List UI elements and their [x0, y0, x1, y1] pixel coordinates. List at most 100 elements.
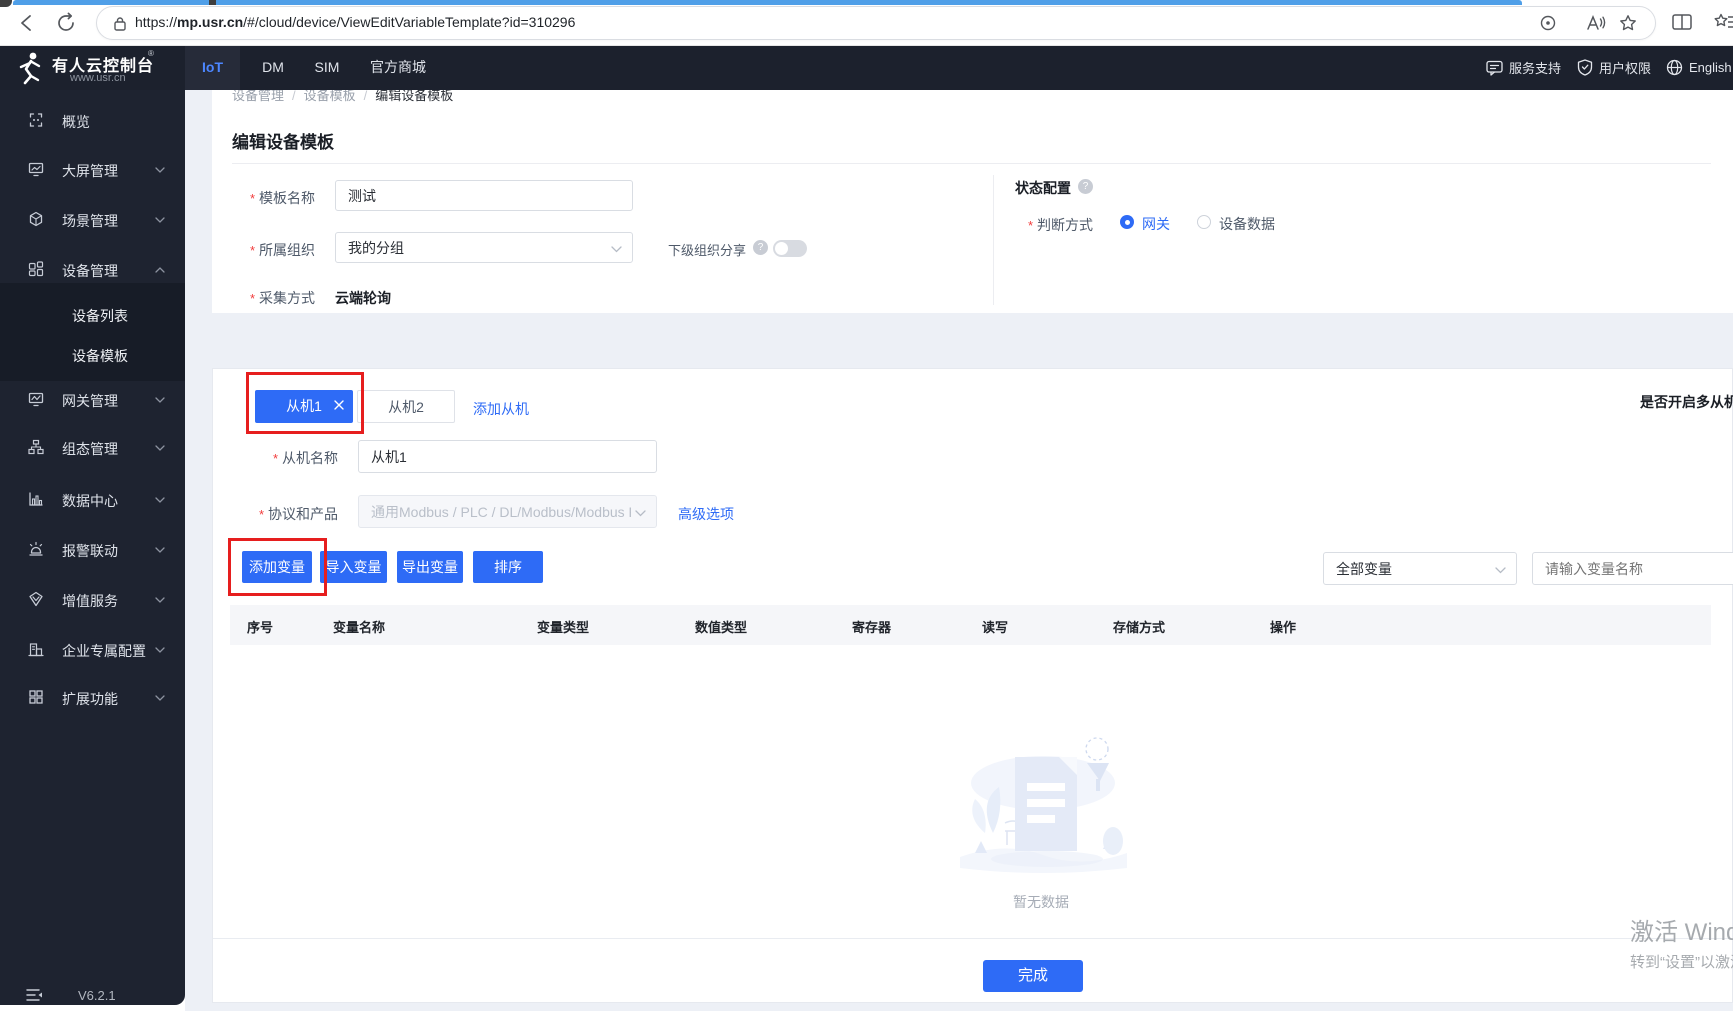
datacenter-icon	[29, 492, 43, 506]
sort-button[interactable]: 排序	[473, 551, 543, 583]
tab-slave2-label: 从机2	[388, 399, 424, 415]
form-vertical-divider	[993, 175, 994, 305]
nav-language-switch[interactable]: English	[1666, 45, 1732, 90]
organization-select[interactable]: 我的分组	[335, 232, 633, 263]
tab-divider	[209, 0, 216, 5]
slave-name-input[interactable]: 从机1	[358, 440, 657, 473]
sidebar-item-device-template[interactable]: 设备模板	[0, 344, 185, 366]
nav-tab-iot[interactable]: IoT	[185, 45, 240, 90]
lock-icon[interactable]	[113, 16, 127, 31]
chevron-down-icon	[155, 597, 165, 603]
status-config-help-icon[interactable]: ?	[1078, 179, 1093, 194]
template-name-input[interactable]: 测试	[335, 180, 633, 211]
sidebar-item-value-added-services[interactable]: 增值服务	[0, 589, 185, 611]
sidebar-item-gateway-management[interactable]: 网关管理	[0, 389, 185, 411]
variable-search-input[interactable]	[1532, 552, 1733, 585]
nav-tab-dm[interactable]: DM	[248, 45, 298, 90]
chevron-down-icon	[1495, 567, 1506, 574]
nav-tab-sim[interactable]: SIM	[302, 45, 352, 90]
sidebar-item-extended-functions[interactable]: 扩展功能	[0, 687, 185, 709]
sidebar-item-label: 设备管理	[62, 263, 118, 279]
import-variable-button[interactable]: 导入变量	[320, 551, 387, 583]
top-navigation: 有人云控制台 ® www.usr.cn IoT DM SIM 官方商城 服务支持…	[0, 45, 1733, 90]
sidebar-item-data-center[interactable]: 数据中心	[0, 489, 185, 511]
nav-tab-mall[interactable]: 官方商城	[362, 45, 434, 90]
sidebar-item-screen-management[interactable]: 大屏管理	[0, 159, 185, 181]
site-permissions-icon[interactable]	[1539, 14, 1557, 32]
back-icon[interactable]	[16, 12, 38, 34]
sidebar-item-label: 数据中心	[62, 493, 118, 509]
sidebar-item-label: 扩展功能	[62, 691, 118, 707]
done-button[interactable]: 完成	[983, 960, 1083, 992]
sidebar-item-scada-management[interactable]: 组态管理	[0, 437, 185, 459]
chat-icon	[1486, 60, 1503, 76]
tab-slave1[interactable]: 从机1	[255, 390, 353, 423]
sidebar-submenu-band	[0, 283, 185, 381]
split-screen-icon[interactable]	[1672, 13, 1692, 31]
add-slave-link[interactable]: 添加从机	[473, 399, 529, 419]
sidebar-item-enterprise-config[interactable]: 企业专属配置	[0, 639, 185, 661]
nav-service-support[interactable]: 服务支持	[1486, 45, 1561, 90]
radio-gateway-label[interactable]: 网关	[1142, 214, 1170, 234]
sidebar-item-scene-management[interactable]: 场景管理	[0, 209, 185, 231]
breadcrumb-device-management[interactable]: 设备管理	[232, 88, 284, 103]
scene-icon	[29, 211, 43, 227]
column-header-storage: 存储方式	[1113, 620, 1166, 635]
scada-icon	[28, 439, 44, 455]
usr-logo-icon	[19, 52, 41, 85]
collapse-sidebar-icon[interactable]	[26, 987, 43, 1003]
sidebar-item-overview[interactable]: 概览	[0, 110, 185, 132]
address-bar[interactable]: https://mp.usr.cn/#/cloud/device/ViewEdi…	[96, 6, 1656, 40]
favorite-star-icon[interactable]	[1619, 14, 1637, 32]
sidebar-item-alarm-linkage[interactable]: 报警联动	[0, 539, 185, 561]
multi-slave-label: 是否开启多从机	[1640, 394, 1733, 410]
breadcrumb-separator: /	[363, 88, 368, 103]
tab-slave2[interactable]: 从机2	[357, 390, 455, 423]
read-aloud-icon[interactable]	[1586, 14, 1606, 32]
share-sub-org-toggle[interactable]	[773, 240, 807, 257]
logo-subtitle: www.usr.cn	[70, 72, 126, 84]
breadcrumb-device-template[interactable]: 设备模板	[304, 88, 356, 103]
chevron-down-icon	[635, 510, 646, 517]
sidebar-subitem-label: 设备列表	[72, 308, 128, 324]
tab-slave1-label: 从机1	[286, 398, 322, 414]
advanced-options-link[interactable]: 高级选项	[678, 504, 734, 524]
export-variable-button[interactable]: 导出变量	[397, 551, 463, 583]
slave-name-label: * 从机名称	[272, 450, 338, 466]
app-window: 设备管理 / 设备模板 / 编辑设备模板 https://mp.usr.cn/#/clo…	[0, 0, 1733, 1011]
overview-icon	[29, 113, 43, 127]
screen-icon	[28, 162, 44, 177]
column-header-var-type: 变量类型	[537, 620, 590, 635]
protocol-select: 通用Modbus / PLC / DL/Modbus/Modbus R1	[358, 495, 657, 528]
sidebar-item-label: 组态管理	[62, 441, 118, 457]
column-header-register: 寄存器	[852, 620, 892, 635]
logo-registered-mark: ®	[148, 49, 154, 58]
radio-device-data-label[interactable]: 设备数据	[1219, 214, 1275, 234]
protocol-label: * 协议和产品	[258, 506, 338, 522]
sidebar-item-device-list[interactable]: 设备列表	[0, 304, 185, 326]
device-icon	[28, 261, 44, 277]
help-icon[interactable]: ?	[753, 240, 768, 255]
windows-activation-watermark: 激活 Windows 转到“设置”以激活 Windows。	[1630, 912, 1733, 972]
chevron-down-icon	[155, 497, 165, 503]
refresh-icon[interactable]	[55, 12, 77, 34]
close-icon[interactable]	[334, 400, 344, 410]
nav-service-support-label: 服务支持	[1509, 61, 1562, 76]
radio-gateway[interactable]	[1120, 215, 1134, 229]
breadcrumb-separator: /	[292, 88, 296, 103]
sidebar-item-label: 报警联动	[62, 543, 118, 559]
add-variable-button[interactable]: 添加变量	[242, 551, 312, 583]
sidebar-item-device-management[interactable]: 设备管理	[0, 259, 185, 281]
variable-filter-select[interactable]: 全部变量	[1323, 552, 1517, 585]
url-text[interactable]: https://mp.usr.cn/#/cloud/device/ViewEdi…	[135, 14, 575, 30]
sidebar-item-label: 网关管理	[62, 393, 118, 409]
column-header-index: 序号	[247, 620, 274, 635]
column-header-actions: 操作	[1270, 620, 1297, 635]
radio-device-data[interactable]	[1197, 215, 1211, 229]
browser-tab-accent	[13, 0, 1522, 5]
page-title: 编辑设备模板	[232, 133, 334, 152]
watermark-line1: 激活 Windows	[1630, 919, 1733, 946]
nav-user-permissions[interactable]: 用户权限	[1577, 45, 1651, 90]
favorites-bar-icon[interactable]	[1714, 13, 1733, 31]
chevron-down-icon	[155, 547, 165, 553]
